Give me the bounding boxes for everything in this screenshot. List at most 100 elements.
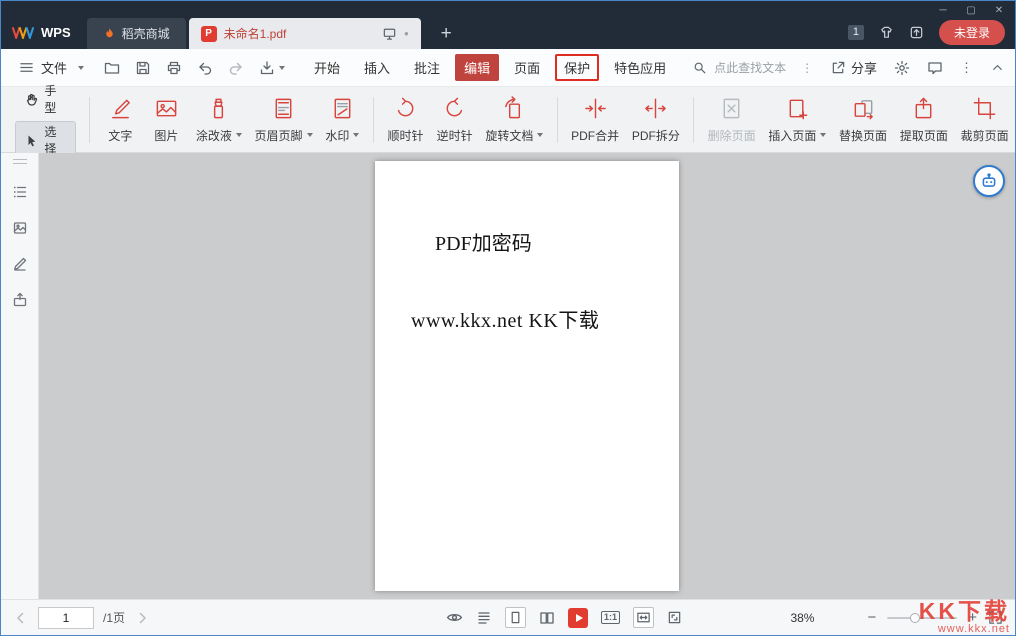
tool-insert-page[interactable]: 插入页面 [762,92,833,148]
tab-insert[interactable]: 插入 [355,54,399,81]
undo-button[interactable] [197,60,213,76]
tool-pdf-split[interactable]: PDF拆分 [625,92,686,148]
page-navigation: /1页 [13,607,150,629]
tool-pdf-merge[interactable]: PDF合并 [565,92,626,148]
text-edit-icon [108,96,133,121]
chevron-down-icon [78,66,84,70]
actual-size-button[interactable]: 1:1 [601,611,620,624]
share-button[interactable]: 分享 [831,58,877,77]
pdf-page[interactable]: PDF加密码 www.kkx.net KK下载 [375,161,679,591]
fit-page-icon[interactable] [667,610,682,625]
undo-icon [197,60,213,76]
titlebar: ─ ▢ ✕ WPS 稻壳商城 P 未命名1.pdf • [1,1,1015,49]
pointer-mode-group: 手型 选择 [15,80,76,159]
eye-protect-icon[interactable] [446,609,463,626]
toolbar-divider [89,97,90,143]
tool-label: 逆时针 [437,127,473,144]
tool-extract-page[interactable]: 提取页面 [893,92,954,148]
collapse-ribbon-icon[interactable] [990,60,1005,75]
assistant-fab-button[interactable] [973,165,1005,197]
tool-delete-page[interactable]: 删除页面 [701,92,762,148]
monitor-icon[interactable] [382,26,397,41]
tool-correction-fluid[interactable]: 涂改液 [189,92,248,148]
login-button[interactable]: 未登录 [939,20,1005,45]
skin-center-icon[interactable] [879,25,894,40]
two-page-view-icon[interactable] [539,610,555,626]
pdf-split-icon [643,96,668,121]
zoom-slider-thumb[interactable] [910,613,920,623]
fullscreen-icon[interactable] [988,610,1003,625]
page-number-input[interactable] [38,607,94,629]
play-slideshow-button[interactable] [568,608,588,628]
extract-page-icon [911,96,936,121]
menubar-right-actions: 分享 ⋮ [831,58,1005,77]
single-page-view-button[interactable] [505,607,526,628]
new-tab-button[interactable]: + [435,23,458,49]
outline-panel-button[interactable] [12,184,28,200]
save-button[interactable] [135,60,151,76]
open-file-button[interactable] [104,60,120,76]
tool-watermark[interactable]: 水印 [319,92,366,148]
close-button[interactable]: ✕ [985,1,1013,19]
next-view-icon[interactable] [134,610,150,626]
share-label: 分享 [851,58,877,77]
maximize-button[interactable]: ▢ [957,1,985,19]
tool-rotate-clockwise[interactable]: 顺时针 [381,92,430,148]
tab-protect[interactable]: 保护 [555,54,599,81]
previous-view-icon[interactable] [13,610,29,626]
tool-text-edit[interactable]: 文字 [97,92,143,148]
find-text-box[interactable]: 点此查找文本 ⋮ [693,59,813,76]
zoom-level-label[interactable]: 38% [790,611,814,625]
tool-label: 图片 [154,127,178,144]
printer-icon [166,60,182,76]
tab-close-dot-icon[interactable]: • [404,27,409,40]
maximize-icon: ▢ [966,5,975,16]
view-mode-controls: 1:1 [446,607,682,628]
file-menu-label: 文件 [41,58,67,77]
insert-page-icon [785,96,810,121]
fit-width-button[interactable] [633,607,654,628]
document-canvas[interactable]: PDF加密码 www.kkx.net KK下载 [39,153,1015,599]
comment-bubble-icon[interactable] [927,60,943,76]
file-menu-button[interactable]: 文件 [11,58,92,77]
member-upgrade-icon[interactable] [909,25,924,40]
redo-icon [228,60,244,76]
output-button[interactable] [259,60,285,76]
continuous-scroll-icon[interactable] [476,610,492,626]
tab-page[interactable]: 页面 [505,54,549,81]
tab-comment[interactable]: 批注 [405,54,449,81]
print-button[interactable] [166,60,182,76]
chevron-down-icon [279,66,285,70]
window-count-badge[interactable]: 1 [848,25,864,40]
tool-crop-page[interactable]: 裁剪页面 [954,92,1015,148]
tool-label: 页眉页脚 [255,127,303,144]
annotation-panel-button[interactable] [12,256,28,272]
tool-rotate-counterclockwise[interactable]: 逆时针 [430,92,479,148]
save-icon [135,60,151,76]
tab-document[interactable]: P 未命名1.pdf • [189,18,421,49]
tool-image[interactable]: 图片 [143,92,189,148]
share-icon [831,60,846,75]
zoom-in-button[interactable]: + [968,610,977,625]
tool-replace-page[interactable]: 替换页面 [833,92,894,148]
more-options-icon[interactable]: ⋮ [960,60,973,76]
panel-drag-handle[interactable] [13,159,27,164]
tab-home[interactable]: 开始 [305,54,349,81]
attachment-panel-button[interactable] [12,292,28,308]
search-options-icon[interactable]: ⋮ [801,61,813,75]
tool-rotate-document[interactable]: 旋转文档 [479,92,550,148]
zoom-out-button[interactable]: − [867,610,876,625]
tab-edit[interactable]: 编辑 [455,54,499,81]
tool-header-footer[interactable]: 页眉页脚 [248,92,319,148]
wps-menu-button[interactable]: WPS [1,15,85,49]
hand-tool-button[interactable]: 手型 [15,80,76,118]
zoom-slider[interactable] [887,617,957,619]
settings-gear-icon[interactable] [894,60,910,76]
tab-special-features[interactable]: 特色应用 [605,54,675,81]
ribbon-tabs: 开始 插入 批注 编辑 页面 保护 特色应用 [305,54,675,81]
thumbnail-panel-button[interactable] [12,220,28,236]
redo-button[interactable] [228,60,244,76]
tab-docer-store[interactable]: 稻壳商城 [87,18,186,49]
replace-page-icon [851,96,876,121]
minimize-button[interactable]: ─ [929,1,957,19]
